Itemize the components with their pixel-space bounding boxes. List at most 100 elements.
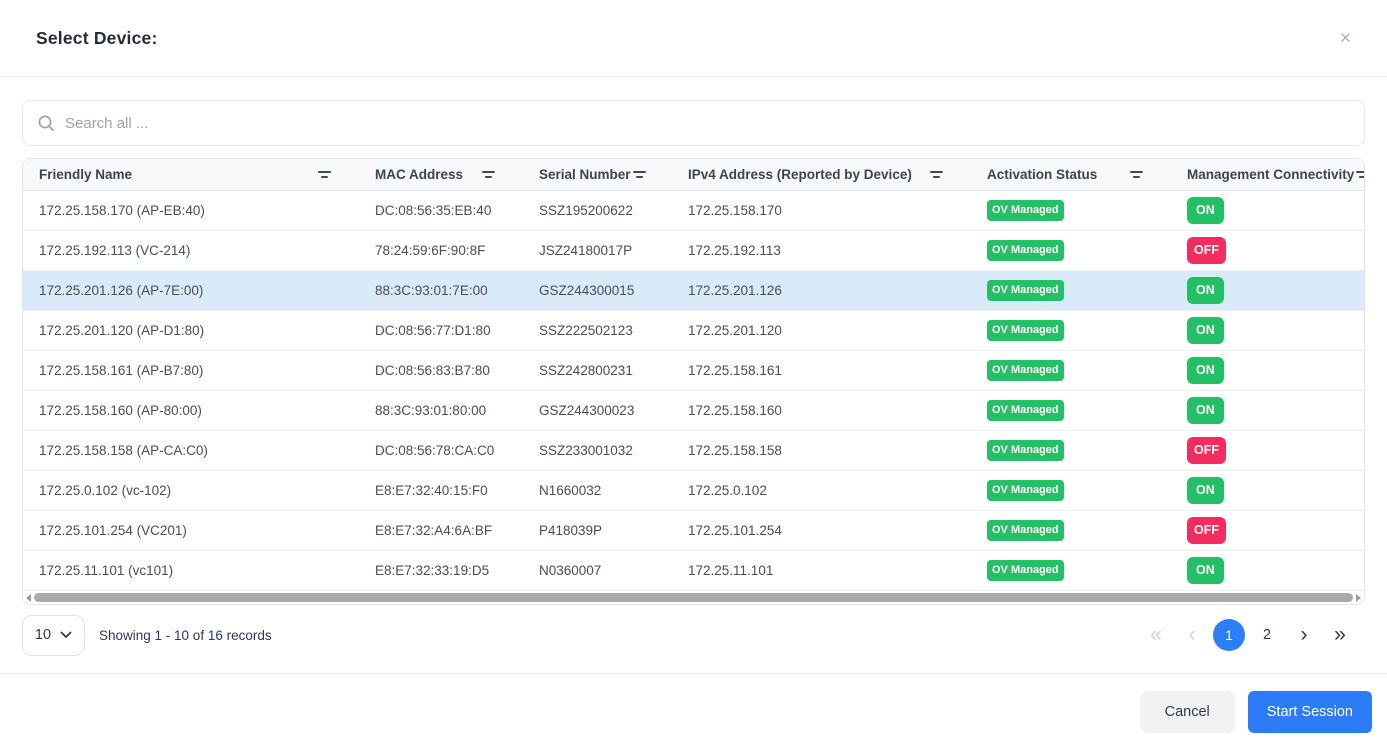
search-input[interactable] (65, 115, 1350, 132)
cell-activation-status: OV Managed (971, 311, 1171, 350)
cell-friendly-name: 172.25.158.170 (AP-EB:40) (23, 191, 359, 230)
connectivity-badge: ON (1187, 477, 1224, 504)
page-size-select[interactable]: 10 (22, 615, 85, 656)
cell-friendly-name: 172.25.201.126 (AP-7E:00) (23, 271, 359, 310)
column-header-4: IPv4 Address (Reported by Device) (672, 159, 971, 190)
cell-management-connectivity: OFF (1171, 431, 1364, 470)
column-label: MAC Address (375, 167, 463, 182)
prev-page-button[interactable]: ‹ (1177, 619, 1207, 651)
connectivity-badge: ON (1187, 317, 1224, 344)
close-icon[interactable]: × (1332, 25, 1359, 52)
scrollbar-thumb[interactable] (34, 593, 1353, 602)
cell-management-connectivity: ON (1171, 351, 1364, 390)
column-header-1: Friendly Name (23, 159, 359, 190)
cell-serial-number: SSZ233001032 (523, 431, 672, 470)
page-button-1[interactable]: 1 (1213, 619, 1245, 651)
cell-mac-address: 88:3C:93:01:80:00 (359, 391, 523, 430)
column-label: Friendly Name (39, 167, 132, 182)
cell-activation-status: OV Managed (971, 351, 1171, 390)
cell-serial-number: SSZ222502123 (523, 311, 672, 350)
filter-icon[interactable] (480, 169, 497, 180)
cell-friendly-name: 172.25.192.113 (VC-214) (23, 231, 359, 270)
table-row[interactable]: 172.25.201.120 (AP-D1:80)DC:08:56:77:D1:… (23, 311, 1364, 351)
activation-status-badge: OV Managed (987, 200, 1064, 221)
table-row[interactable]: 172.25.201.126 (AP-7E:00)88:3C:93:01:7E:… (23, 271, 1364, 311)
cell-mac-address: DC:08:56:78:CA:C0 (359, 431, 523, 470)
column-label: Activation Status (987, 167, 1097, 182)
filter-icon[interactable] (1354, 169, 1364, 180)
cell-mac-address: E8:E7:32:A4:6A:BF (359, 511, 523, 550)
table-row[interactable]: 172.25.158.158 (AP-CA:C0)DC:08:56:78:CA:… (23, 431, 1364, 471)
connectivity-badge: ON (1187, 357, 1224, 384)
table-row[interactable]: 172.25.158.161 (AP-B7:80)DC:08:56:83:B7:… (23, 351, 1364, 391)
filter-icon[interactable] (316, 169, 333, 180)
table-row[interactable]: 172.25.0.102 (vc-102)E8:E7:32:40:15:F0N1… (23, 471, 1364, 511)
cancel-button[interactable]: Cancel (1140, 691, 1235, 733)
next-page-button[interactable]: › (1289, 619, 1319, 651)
cell-mac-address: DC:08:56:35:EB:40 (359, 191, 523, 230)
cell-management-connectivity: OFF (1171, 231, 1364, 270)
first-page-button[interactable]: « (1141, 619, 1171, 651)
select-device-modal: Select Device: × Friendly Name MAC Addres… (0, 0, 1387, 750)
cell-friendly-name: 172.25.158.161 (AP-B7:80) (23, 351, 359, 390)
table-row[interactable]: 172.25.158.170 (AP-EB:40)DC:08:56:35:EB:… (23, 191, 1364, 231)
start-session-button[interactable]: Start Session (1248, 691, 1372, 733)
cell-serial-number: SSZ195200622 (523, 191, 672, 230)
pagination-bar: 10 Showing 1 - 10 of 16 records « ‹ 1 2 … (22, 614, 1365, 656)
cell-management-connectivity: ON (1171, 471, 1364, 510)
chevron-down-icon (60, 631, 72, 639)
activation-status-badge: OV Managed (987, 480, 1064, 501)
cell-serial-number: SSZ242800231 (523, 351, 672, 390)
cell-friendly-name: 172.25.101.254 (VC201) (23, 511, 359, 550)
table-row[interactable]: 172.25.192.113 (VC-214)78:24:59:6F:90:8F… (23, 231, 1364, 271)
activation-status-badge: OV Managed (987, 400, 1064, 421)
cell-serial-number: GSZ244300015 (523, 271, 672, 310)
cell-management-connectivity: ON (1171, 391, 1364, 430)
column-header-5: Activation Status (971, 159, 1171, 190)
modal-title: Select Device: (36, 28, 157, 49)
cell-activation-status: OV Managed (971, 391, 1171, 430)
cell-activation-status: OV Managed (971, 271, 1171, 310)
column-header-3: Serial Number (523, 159, 672, 190)
cell-activation-status: OV Managed (971, 231, 1171, 270)
cell-activation-status: OV Managed (971, 431, 1171, 470)
table-row[interactable]: 172.25.101.254 (VC201)E8:E7:32:A4:6A:BFP… (23, 511, 1364, 551)
activation-status-badge: OV Managed (987, 560, 1064, 581)
column-header-2: MAC Address (359, 159, 523, 190)
table-row[interactable]: 172.25.11.101 (vc101)E8:E7:32:33:19:D5N0… (23, 551, 1364, 591)
scroll-left-arrow-icon[interactable] (26, 594, 31, 602)
cell-activation-status: OV Managed (971, 191, 1171, 230)
activation-status-badge: OV Managed (987, 320, 1064, 341)
cell-management-connectivity: ON (1171, 191, 1364, 230)
scroll-right-arrow-icon[interactable] (1356, 594, 1361, 602)
cell-ipv4-address: 172.25.158.158 (672, 431, 971, 470)
activation-status-badge: OV Managed (987, 520, 1064, 541)
cell-management-connectivity: ON (1171, 311, 1364, 350)
cell-ipv4-address: 172.25.11.101 (672, 551, 971, 590)
page-button-2[interactable]: 2 (1251, 619, 1283, 651)
page-size-value: 10 (35, 627, 51, 643)
connectivity-badge: ON (1187, 557, 1224, 584)
cell-mac-address: DC:08:56:77:D1:80 (359, 311, 523, 350)
table-body: 172.25.158.170 (AP-EB:40)DC:08:56:35:EB:… (23, 191, 1364, 591)
cell-management-connectivity: ON (1171, 271, 1364, 310)
cell-ipv4-address: 172.25.201.120 (672, 311, 971, 350)
cell-mac-address: E8:E7:32:33:19:D5 (359, 551, 523, 590)
filter-icon[interactable] (631, 169, 648, 180)
connectivity-badge: ON (1187, 397, 1224, 424)
filter-icon[interactable] (928, 169, 945, 180)
table-header-row: Friendly Name MAC Address Serial Number IPv… (23, 159, 1364, 191)
cell-serial-number: GSZ244300023 (523, 391, 672, 430)
cell-ipv4-address: 172.25.0.102 (672, 471, 971, 510)
last-page-button[interactable]: » (1325, 619, 1355, 651)
column-label: Serial Number (539, 167, 631, 182)
modal-footer: Cancel Start Session (0, 673, 1387, 750)
table-row[interactable]: 172.25.158.160 (AP-80:00)88:3C:93:01:80:… (23, 391, 1364, 431)
search-box[interactable] (22, 100, 1365, 146)
filter-icon[interactable] (1128, 169, 1145, 180)
activation-status-badge: OV Managed (987, 360, 1064, 381)
column-label: IPv4 Address (Reported by Device) (688, 167, 912, 182)
horizontal-scrollbar[interactable] (23, 591, 1364, 604)
cell-management-connectivity: OFF (1171, 511, 1364, 550)
cell-ipv4-address: 172.25.158.160 (672, 391, 971, 430)
